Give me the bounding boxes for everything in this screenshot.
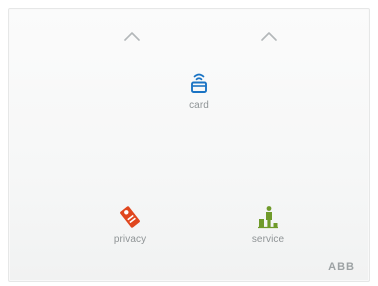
card-reader-icon [191,73,207,93]
service-button[interactable]: service [223,205,313,245]
chevron-up-left[interactable] [121,29,143,43]
do-not-disturb-tag-icon [120,206,140,228]
chevron-up-icon [261,32,277,41]
room-control-panel: card privacy service ABB [8,8,370,282]
chevron-up-right[interactable] [258,29,280,43]
abb-logo: ABB [328,261,355,273]
card-label: card [189,100,209,111]
housekeeping-service-icon [258,206,278,229]
privacy-button[interactable]: privacy [85,205,175,245]
card-button[interactable]: card [154,71,244,111]
service-label: service [251,234,285,245]
privacy-label: privacy [113,234,147,245]
chevron-up-icon [124,32,140,41]
